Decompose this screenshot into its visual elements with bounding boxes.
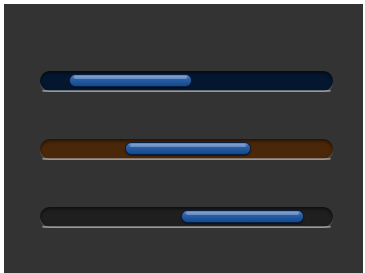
scrollbar-track-dark[interactable] bbox=[40, 207, 333, 228]
scrollbar-thumb-blue[interactable] bbox=[69, 74, 192, 87]
scrollbar-thumb-orange[interactable] bbox=[125, 142, 251, 155]
scrollbar-track-blue[interactable] bbox=[40, 71, 333, 92]
scrollbar-thumb-dark[interactable] bbox=[181, 210, 304, 223]
scrollbar-track-orange[interactable] bbox=[40, 139, 333, 160]
scrollbar-demo-panel bbox=[4, 4, 363, 273]
